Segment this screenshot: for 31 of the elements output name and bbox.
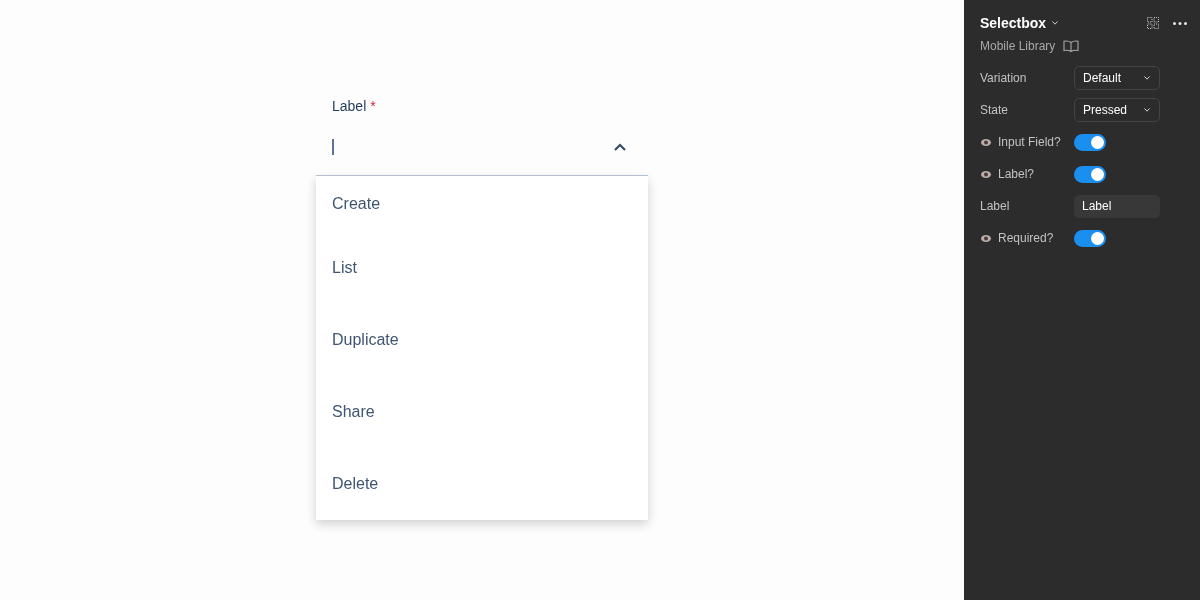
book-icon[interactable] bbox=[1063, 40, 1080, 52]
eye-icon[interactable] bbox=[981, 170, 991, 178]
caret-icon bbox=[1144, 76, 1150, 80]
toggle-switch[interactable] bbox=[1074, 133, 1106, 151]
caret-icon[interactable] bbox=[1052, 21, 1059, 25]
library-name: Mobile Library bbox=[980, 39, 1056, 53]
field-label: Label bbox=[332, 97, 367, 116]
property-label: Label bbox=[980, 199, 1010, 213]
required-mark: * bbox=[370, 97, 376, 116]
property-label: Input Field? bbox=[998, 135, 1061, 149]
toggle-switch[interactable] bbox=[1074, 229, 1106, 247]
property-label: Required? bbox=[998, 231, 1054, 245]
chevron-icon[interactable] bbox=[614, 142, 626, 151]
more-icon[interactable] bbox=[1173, 21, 1187, 25]
text-input[interactable]: Label bbox=[1074, 194, 1160, 218]
property-label: Variation bbox=[980, 71, 1027, 85]
menu-option[interactable]: Create bbox=[316, 176, 648, 232]
menu-option[interactable]: Delete bbox=[316, 448, 648, 520]
property-label: Label? bbox=[998, 167, 1035, 181]
menu-option[interactable]: Share bbox=[316, 376, 648, 448]
property-dropdown[interactable]: Pressed bbox=[1074, 98, 1160, 122]
grid-icon[interactable] bbox=[1147, 17, 1159, 29]
menu-option[interactable]: Duplicate bbox=[316, 304, 648, 376]
property-label: State bbox=[980, 103, 1009, 117]
toggle-switch[interactable] bbox=[1074, 165, 1106, 183]
eye-icon[interactable] bbox=[981, 234, 991, 242]
menu-option[interactable]: List bbox=[316, 232, 648, 304]
property-dropdown[interactable]: Default bbox=[1074, 66, 1160, 90]
caret-icon bbox=[1144, 108, 1150, 112]
eye-icon[interactable] bbox=[981, 138, 991, 146]
component-title[interactable]: Selectbox bbox=[980, 15, 1047, 31]
